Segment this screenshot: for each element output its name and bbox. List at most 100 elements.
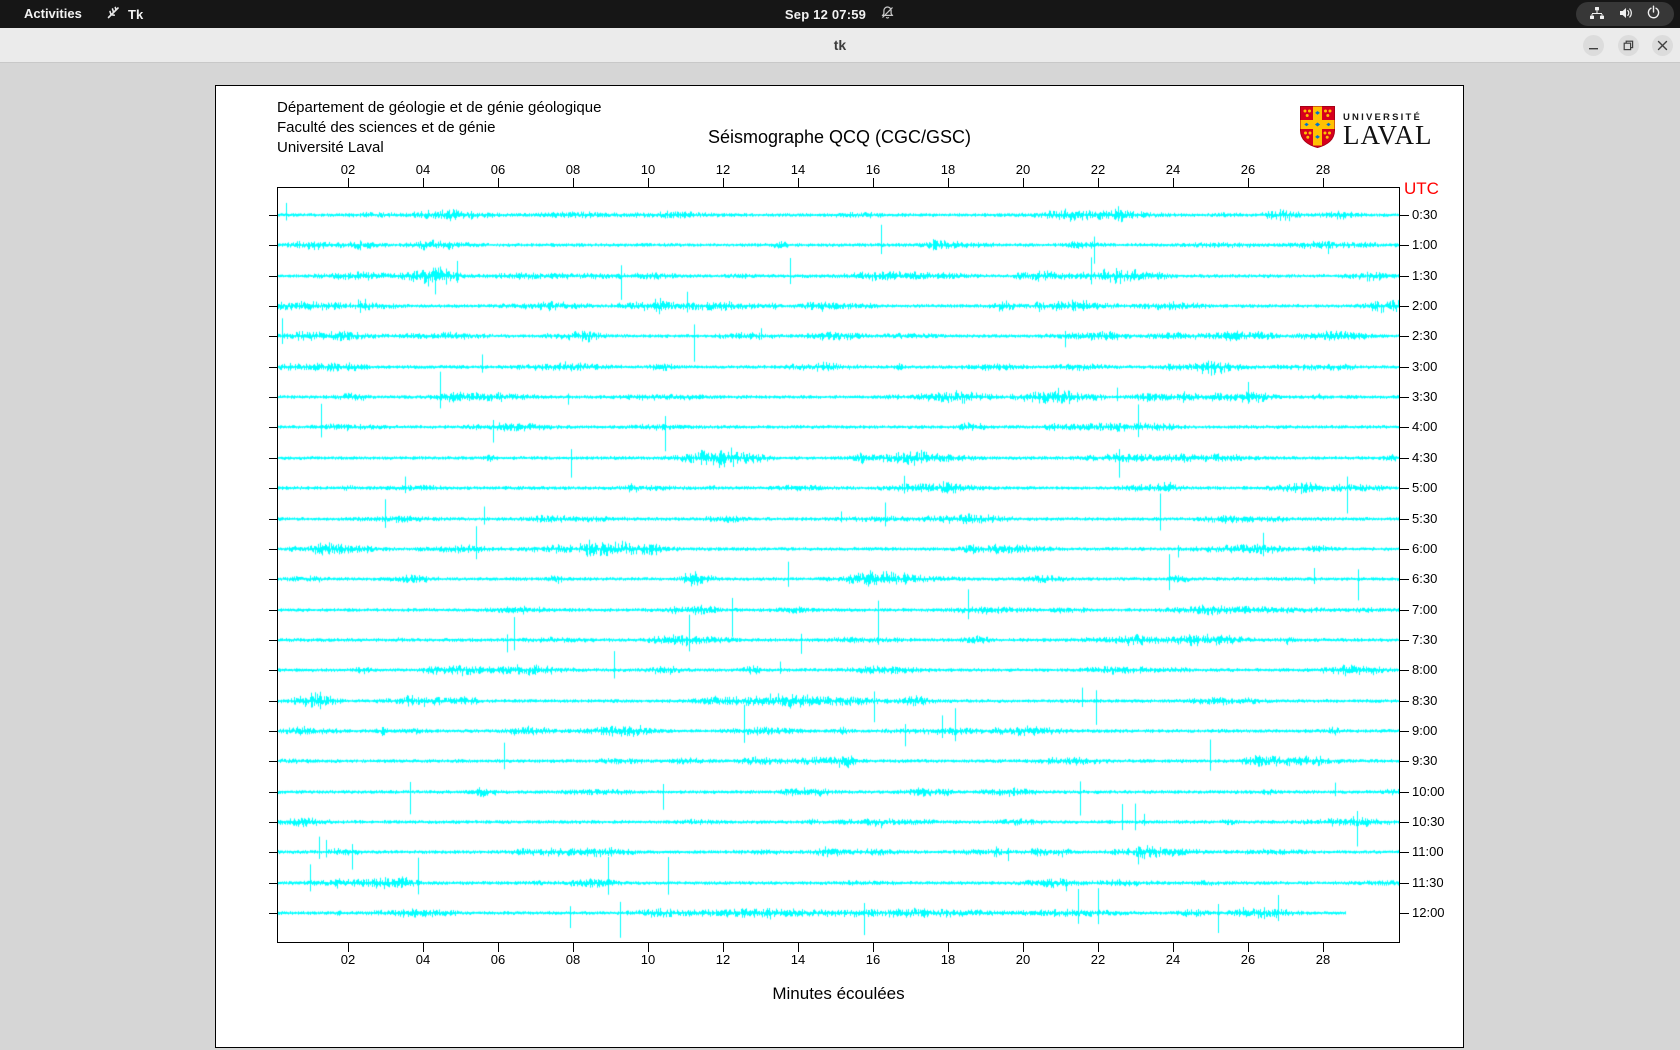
x-tick-bottom <box>1323 943 1324 952</box>
trace-tick-left <box>269 670 277 671</box>
x-tick-bottom <box>948 943 949 952</box>
seismogram-traces <box>278 188 1399 942</box>
trace-tick-left <box>269 245 277 246</box>
trace-tick-left <box>269 215 277 216</box>
x-tick-top <box>1323 178 1324 187</box>
x-tick-label-top: 14 <box>778 162 818 177</box>
trace-time-label: 3:00 <box>1412 359 1437 374</box>
x-tick-label-bottom: 28 <box>1303 952 1343 967</box>
trace-tick-left <box>269 427 277 428</box>
trace-time-label: 11:30 <box>1412 875 1444 890</box>
x-tick-bottom <box>873 943 874 952</box>
trace-tick-right <box>1400 701 1409 702</box>
trace-tick-right <box>1400 670 1409 671</box>
trace-tick-right <box>1400 913 1409 914</box>
x-tick-top <box>498 178 499 187</box>
trace-tick-right <box>1400 276 1409 277</box>
minimize-button[interactable] <box>1583 35 1604 56</box>
trace-tick-right <box>1400 883 1409 884</box>
trace-tick-right <box>1400 792 1409 793</box>
x-tick-top <box>1023 178 1024 187</box>
trace-time-label: 7:30 <box>1412 632 1437 647</box>
trace-tick-left <box>269 852 277 853</box>
system-tray[interactable] <box>1576 2 1674 26</box>
activities-button[interactable]: Activities <box>24 0 82 28</box>
trace-tick-right <box>1400 427 1409 428</box>
trace-tick-left <box>269 822 277 823</box>
trace-tick-left <box>269 367 277 368</box>
trace-time-label: 4:30 <box>1412 450 1437 465</box>
x-tick-top <box>948 178 949 187</box>
trace-time-label: 12:00 <box>1412 905 1445 920</box>
x-tick-label-top: 18 <box>928 162 968 177</box>
trace-tick-right <box>1400 519 1409 520</box>
x-tick-top <box>1098 178 1099 187</box>
trace-tick-left <box>269 883 277 884</box>
app-menu-label: Tk <box>128 7 143 22</box>
trace-time-label: 4:00 <box>1412 419 1437 434</box>
trace-tick-right <box>1400 579 1409 580</box>
trace-tick-right <box>1400 822 1409 823</box>
trace-tick-right <box>1400 367 1409 368</box>
x-tick-top <box>1173 178 1174 187</box>
x-tick-label-bottom: 22 <box>1078 952 1118 967</box>
trace-time-label: 11:00 <box>1412 844 1444 859</box>
trace-tick-left <box>269 397 277 398</box>
x-tick-label-top: 10 <box>628 162 668 177</box>
x-tick-label-bottom: 18 <box>928 952 968 967</box>
window-titlebar[interactable]: tk <box>0 28 1680 63</box>
x-axis-title: Minutes écoulées <box>277 984 1400 1004</box>
trace-time-label: 10:30 <box>1412 814 1445 829</box>
network-icon <box>1589 6 1605 23</box>
trace-tick-left <box>269 731 277 732</box>
tk-feather-icon <box>106 5 121 23</box>
trace-time-label: 10:00 <box>1412 784 1445 799</box>
trace-time-label: 9:00 <box>1412 723 1437 738</box>
close-button[interactable] <box>1652 35 1673 56</box>
trace-tick-right <box>1400 336 1409 337</box>
trace-tick-left <box>269 276 277 277</box>
app-menu[interactable]: Tk <box>106 0 143 28</box>
x-tick-bottom <box>1098 943 1099 952</box>
trace-tick-left <box>269 640 277 641</box>
trace-tick-right <box>1400 852 1409 853</box>
trace-tick-left <box>269 488 277 489</box>
x-tick-label-bottom: 08 <box>553 952 593 967</box>
trace-tick-left <box>269 519 277 520</box>
institution-line: Département de géologie et de génie géol… <box>277 98 601 118</box>
trace-tick-right <box>1400 761 1409 762</box>
trace-tick-left <box>269 336 277 337</box>
notifications-muted-icon <box>880 5 895 23</box>
clock[interactable]: Sep 12 07:59 <box>785 7 866 22</box>
x-tick-label-top: 02 <box>328 162 368 177</box>
trace-tick-right <box>1400 488 1409 489</box>
x-tick-label-bottom: 02 <box>328 952 368 967</box>
trace-tick-right <box>1400 640 1409 641</box>
trace-time-label: 2:00 <box>1412 298 1437 313</box>
x-tick-label-top: 16 <box>853 162 893 177</box>
maximize-button[interactable] <box>1618 35 1639 56</box>
x-tick-top <box>348 178 349 187</box>
x-tick-top <box>1248 178 1249 187</box>
logo-laval-text: LAVAL <box>1343 123 1433 147</box>
trace-tick-right <box>1400 549 1409 550</box>
trace-tick-right <box>1400 458 1409 459</box>
volume-icon <box>1618 6 1634 23</box>
trace-time-label: 1:00 <box>1412 237 1437 252</box>
x-tick-bottom <box>498 943 499 952</box>
trace-tick-right <box>1400 245 1409 246</box>
x-tick-bottom <box>798 943 799 952</box>
trace-time-label: 0:30 <box>1412 207 1437 222</box>
x-tick-top <box>573 178 574 187</box>
x-tick-bottom <box>723 943 724 952</box>
trace-time-label: 9:30 <box>1412 753 1437 768</box>
trace-tick-right <box>1400 306 1409 307</box>
trace-time-label: 8:30 <box>1412 693 1437 708</box>
universite-laval-logo: UNIVERSITÉ LAVAL <box>1299 106 1459 152</box>
plot-title: Séismographe QCQ (CGC/GSC) <box>215 127 1464 148</box>
x-tick-label-bottom: 04 <box>403 952 443 967</box>
x-tick-bottom <box>423 943 424 952</box>
window-title: tk <box>0 28 1680 62</box>
trace-tick-left <box>269 761 277 762</box>
x-tick-label-top: 24 <box>1153 162 1193 177</box>
